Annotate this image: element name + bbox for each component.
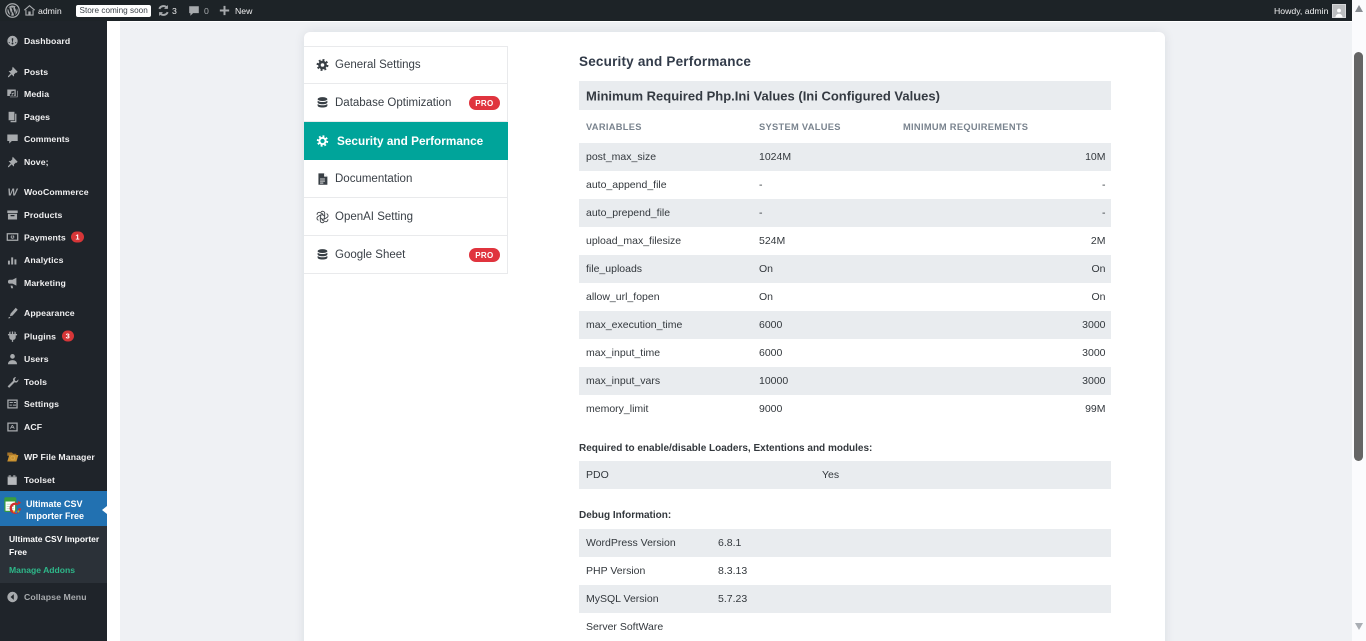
svg-text:W: W [8, 188, 19, 199]
